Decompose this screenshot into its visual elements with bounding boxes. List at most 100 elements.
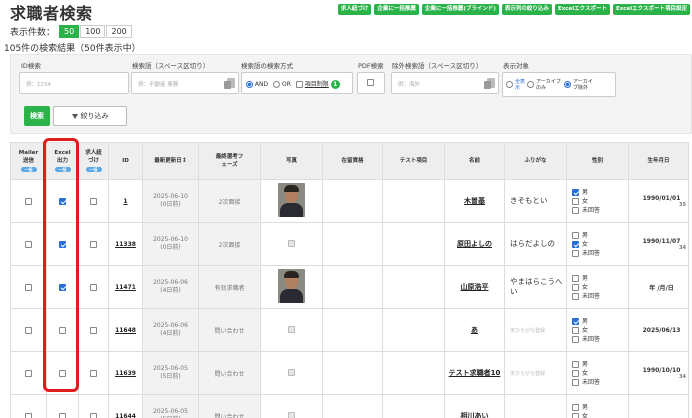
id-search-input[interactable]: 例：1234 — [19, 72, 129, 94]
mailer-checkbox[interactable] — [25, 240, 32, 248]
gender-checkbox[interactable] — [572, 283, 579, 291]
gender-checkbox[interactable] — [572, 412, 579, 418]
id-search-label: ID検索 — [21, 62, 41, 70]
method-and-radio[interactable] — [246, 81, 253, 88]
gender-checkbox[interactable] — [572, 231, 579, 239]
gender-checkbox[interactable] — [572, 197, 579, 205]
photo-placeholder-icon — [288, 368, 295, 376]
bulk-recommend-button[interactable]: 企業に一括推薦 — [374, 4, 419, 15]
candidate-name-link[interactable]: 木曽基 — [464, 197, 485, 205]
candidate-id-link[interactable]: 11648 — [115, 327, 136, 334]
mailer-checkbox[interactable] — [25, 197, 32, 205]
header-birth: 生年月日 — [628, 142, 689, 180]
gender-checkbox[interactable] — [572, 326, 579, 334]
excel-export-settings-button[interactable]: Excelエクスポート項目設定 — [612, 4, 690, 15]
job-link-checkbox[interactable] — [90, 369, 97, 377]
keyword-label: 検索語（スペース区切り） — [132, 62, 210, 70]
gender-cell: 男女未回答 — [566, 265, 629, 309]
job-link-checkbox[interactable] — [90, 283, 97, 291]
excel-checkbox[interactable] — [59, 412, 66, 418]
mailer-checkbox[interactable] — [25, 369, 32, 377]
job-cell — [78, 308, 109, 352]
furigana-cell: 未ひらがな登録 — [504, 351, 567, 395]
candidate-name-link[interactable]: テスト求職者10 — [449, 369, 501, 377]
candidate-id-link[interactable]: 11471 — [115, 284, 136, 291]
gender-checkbox[interactable] — [572, 369, 579, 377]
pdf-search-checkbox[interactable] — [367, 79, 374, 86]
job-link-checkbox[interactable] — [90, 412, 97, 418]
mailer-checkbox[interactable] — [25, 326, 32, 334]
item-limit-link[interactable]: 項目制限 — [305, 81, 329, 88]
display-target-box: 全表示 アーカイブのみ アーカイブ除外 — [502, 72, 616, 97]
photo-cell — [260, 394, 323, 418]
candidate-name-link[interactable]: 原田よしの — [457, 240, 492, 248]
furigana-cell: 未ひらがな登録 — [504, 308, 567, 352]
phase-cell: 有効求職者 — [198, 265, 261, 309]
header-name: 名前 — [444, 142, 505, 180]
item-limit-checkbox[interactable] — [295, 81, 303, 88]
column-filter-button[interactable]: 表示列の絞り込み — [501, 4, 552, 15]
header-updated[interactable]: 最新更新日↕ — [142, 142, 199, 180]
gender-checkbox[interactable] — [572, 274, 579, 282]
updated-cell: 2025-06-05(5日前) — [142, 394, 199, 418]
search-button[interactable]: 検索 — [24, 106, 50, 126]
copy-icon[interactable] — [484, 78, 495, 89]
mailer-checkbox[interactable] — [25, 283, 32, 291]
bulk-mailer-button[interactable]: 一括 — [20, 166, 37, 172]
gender-checkbox[interactable] — [572, 378, 579, 386]
copy-icon[interactable] — [224, 78, 235, 89]
header-id[interactable]: ID — [108, 142, 143, 180]
narrow-button[interactable]: 絞り込み — [53, 106, 127, 126]
candidate-id-link[interactable]: 11338 — [115, 241, 136, 248]
furigana-cell: やまはらこうへい — [504, 265, 567, 309]
job-link-checkbox[interactable] — [90, 326, 97, 334]
pdf-search-label: PDF検索 — [358, 62, 384, 70]
furigana-cell: きそもとい — [504, 179, 567, 223]
candidate-id-link[interactable]: 11639 — [115, 370, 136, 377]
photo-cell — [260, 308, 323, 352]
job-link-checkbox[interactable] — [90, 240, 97, 248]
name-cell: テスト求職者10 — [444, 351, 505, 395]
per-page-200[interactable]: 200 — [106, 25, 132, 38]
mailer-cell — [10, 222, 47, 266]
candidate-name-link[interactable]: 山原浩平 — [461, 283, 489, 291]
birth-cell — [628, 394, 689, 418]
test-cell — [382, 308, 445, 352]
gender-cell: 男女未回答 — [566, 179, 629, 223]
gender-checkbox[interactable] — [572, 403, 579, 411]
birth-cell: 2025/06/13 — [628, 308, 689, 352]
target-archive-radio[interactable] — [527, 81, 534, 88]
candidate-id-link[interactable]: 1 — [123, 198, 127, 205]
furigana-text: はらだよしの — [510, 239, 555, 248]
job-cell — [78, 222, 109, 266]
candidate-name-link[interactable]: 相川あい — [461, 412, 489, 418]
gender-checkbox[interactable] — [572, 292, 579, 300]
mailer-checkbox[interactable] — [25, 412, 32, 418]
exclude-keyword-input[interactable]: 例：海外 — [391, 72, 499, 94]
job-link-checkbox[interactable] — [90, 197, 97, 205]
gender-checkbox[interactable] — [572, 335, 579, 343]
candidate-name-link[interactable]: あ — [471, 326, 478, 334]
excel-export-button[interactable]: Excelエクスポート — [554, 4, 610, 15]
bulk-job-button[interactable]: 一括 — [85, 166, 102, 172]
link-job-button[interactable]: 求人紐づけ — [337, 4, 372, 15]
sort-icon[interactable]: ↕ — [182, 157, 187, 164]
gender-checkbox[interactable] — [572, 188, 579, 196]
id-cell: 11639 — [108, 351, 143, 395]
method-or-radio[interactable] — [273, 81, 281, 88]
id-cell: 11471 — [108, 265, 143, 309]
gender-checkbox[interactable] — [572, 249, 579, 257]
bulk-recommend-blind-button[interactable]: 企業に一括推薦(ブラインド) — [421, 4, 499, 15]
target-exclude-radio[interactable] — [564, 81, 571, 88]
target-all-radio[interactable] — [506, 81, 513, 88]
mailer-cell — [10, 179, 47, 223]
updated-cell: 2025-06-06 (4日前) — [142, 265, 199, 309]
gender-checkbox[interactable] — [572, 240, 579, 248]
gender-checkbox[interactable] — [572, 206, 579, 214]
per-page-50[interactable]: 50 — [59, 25, 80, 38]
per-page-100[interactable]: 100 — [80, 25, 106, 38]
candidate-id-link[interactable]: 11644 — [115, 413, 136, 418]
keyword-input[interactable]: 例：不動産 事務 — [131, 72, 239, 94]
gender-checkbox[interactable] — [572, 360, 579, 368]
gender-checkbox[interactable] — [572, 317, 579, 325]
